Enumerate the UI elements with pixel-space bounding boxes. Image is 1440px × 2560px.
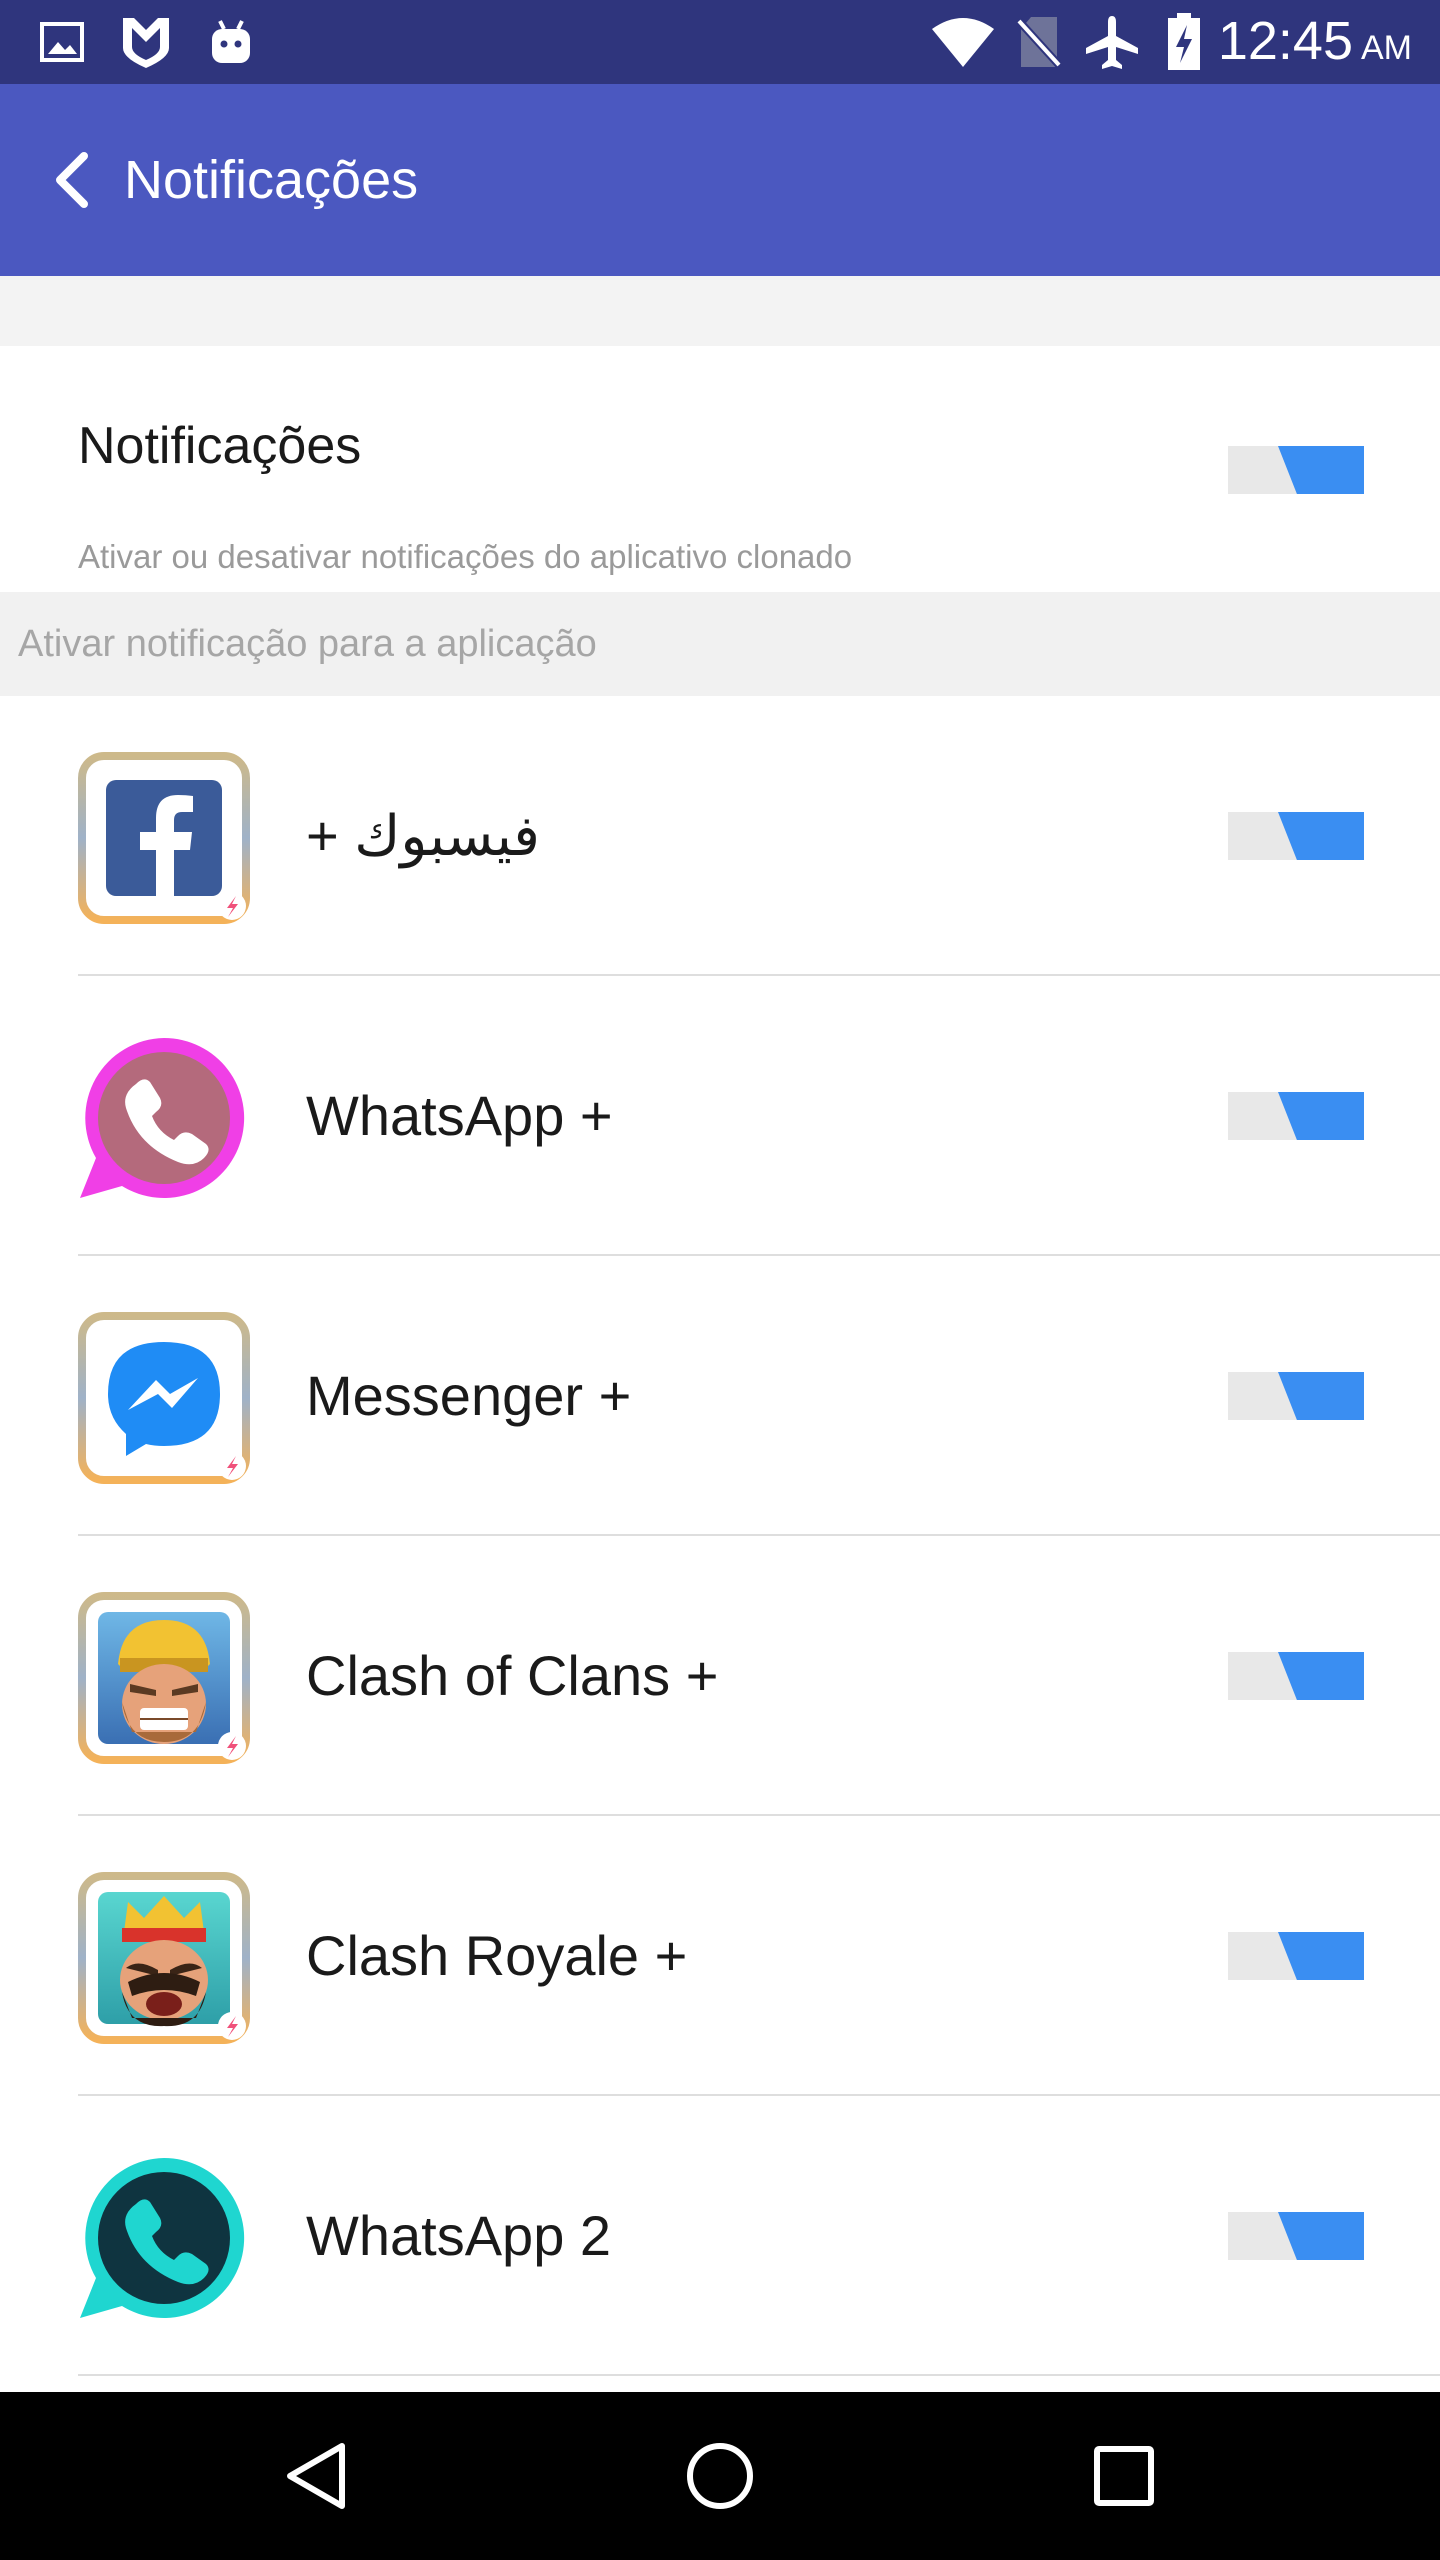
app-notification-toggle[interactable]: [1228, 1932, 1364, 1980]
section-header-label: Ativar notificação para a aplicação: [18, 623, 597, 665]
whatsapp-cyan-icon: [78, 2152, 250, 2324]
facebook-icon: [78, 752, 250, 924]
app-list: فيسبوك + WhatsApp + Messenger + Clash of…: [0, 696, 1440, 2376]
app-label: Clash of Clans +: [306, 1644, 719, 1707]
app-notification-toggle[interactable]: [1228, 1092, 1364, 1140]
airplane-mode-icon: [1082, 14, 1142, 70]
navigation-bar: [0, 2392, 1440, 2560]
list-item[interactable]: WhatsApp +: [0, 976, 1440, 1256]
back-button[interactable]: [24, 132, 120, 228]
app-label: WhatsApp +: [306, 1084, 613, 1147]
page-title: Notificações: [124, 150, 419, 210]
back-triangle-icon: [287, 2443, 345, 2509]
list-item[interactable]: WhatsApp 2: [0, 2096, 1440, 2376]
app-label: فيسبوك +: [306, 804, 540, 867]
master-notifications-toggle[interactable]: [1228, 446, 1364, 494]
app-notification-toggle[interactable]: [1228, 1372, 1364, 1420]
nav-back-button[interactable]: [256, 2416, 376, 2536]
nav-recents-button[interactable]: [1064, 2416, 1184, 2536]
chevron-left-icon: [56, 152, 88, 208]
list-item[interactable]: Clash of Clans +: [0, 1536, 1440, 1816]
section-header: Ativar notificação para a aplicação: [0, 592, 1440, 696]
app-notification-toggle[interactable]: [1228, 812, 1364, 860]
list-item[interactable]: Messenger +: [0, 1256, 1440, 1536]
messenger-icon: [78, 1312, 250, 1484]
status-clock: 12:45 AM: [1218, 10, 1412, 74]
recents-square-icon: [1094, 2446, 1154, 2506]
divider: [78, 2374, 1440, 2376]
app-label: Messenger +: [306, 1364, 632, 1427]
list-item[interactable]: فيسبوك +: [0, 696, 1440, 976]
battery-charging-icon: [1164, 13, 1204, 70]
clash-of-clans-icon: [78, 1592, 250, 1764]
app-label: Clash Royale +: [306, 1924, 688, 1987]
wifi-icon: [928, 14, 998, 70]
nav-home-button[interactable]: [660, 2416, 780, 2536]
app-bar: Notificações: [0, 84, 1440, 276]
app-notification-toggle[interactable]: [1228, 1652, 1364, 1700]
master-notifications-row[interactable]: Notificações Ativar ou desativar notific…: [0, 346, 1440, 592]
clash-royale-icon: [78, 1872, 250, 2044]
image-icon: [36, 14, 88, 70]
list-item[interactable]: Clash Royale +: [0, 1816, 1440, 2096]
no-sim-icon: [1012, 14, 1066, 70]
top-spacer: [0, 276, 1440, 346]
app-notification-toggle[interactable]: [1228, 2212, 1364, 2260]
android-icon: [206, 14, 256, 70]
status-bar: 12:45 AM: [0, 0, 1440, 84]
whatsapp-pink-icon: [78, 1032, 250, 1204]
clock-ampm: AM: [1361, 29, 1412, 67]
master-notifications-subtitle: Ativar ou desativar notificações do apli…: [78, 538, 853, 575]
shield-icon: [118, 14, 174, 70]
clock-time: 12:45: [1217, 11, 1353, 71]
master-notifications-title: Notificações: [78, 417, 362, 475]
app-label: WhatsApp 2: [306, 2204, 612, 2267]
home-circle-icon: [687, 2443, 753, 2509]
